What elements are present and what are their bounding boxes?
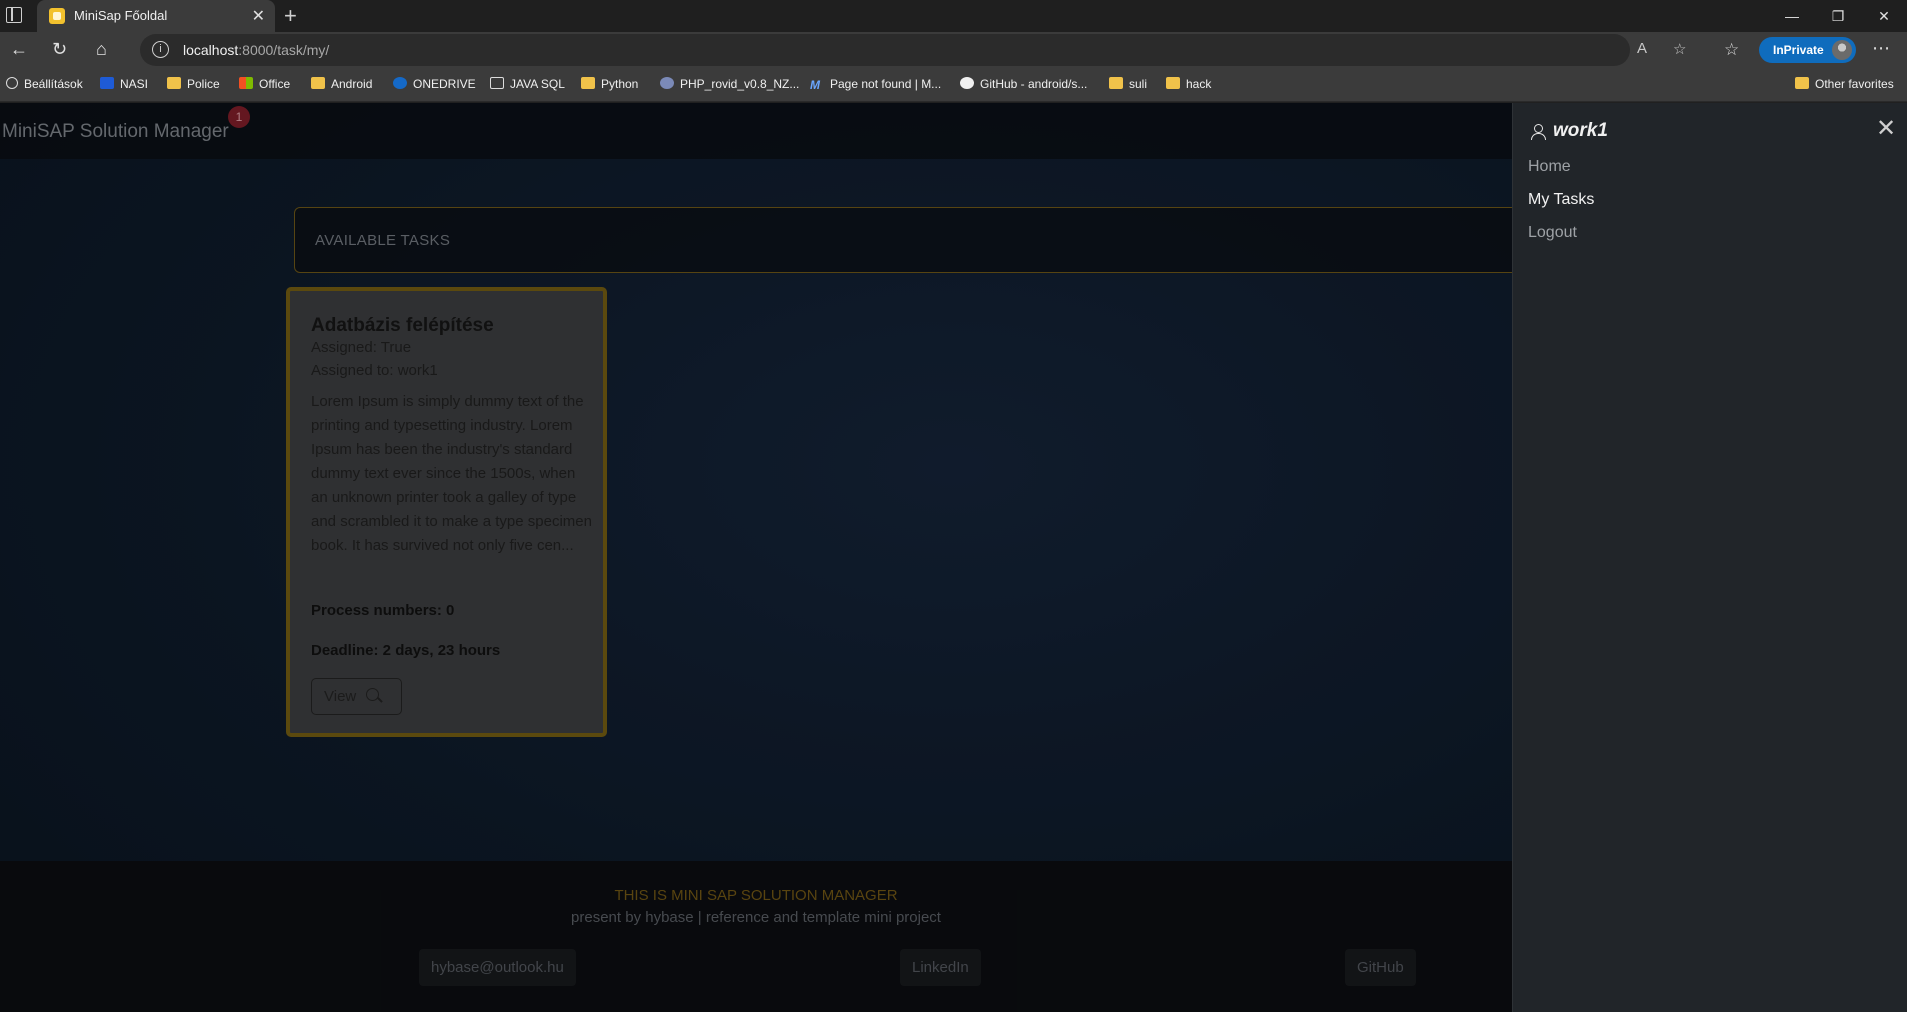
favorites-icon[interactable]: ☆ [1724, 40, 1739, 60]
bookmark-item[interactable]: GitHub - android/s... [960, 77, 1087, 91]
tab-title: MiniSap Főoldal [74, 8, 168, 23]
favicon-icon [49, 8, 65, 24]
php-icon [660, 77, 674, 89]
browser-tab[interactable]: MiniSap Főoldal ✕ [37, 0, 275, 32]
bookmark-item[interactable]: suli [1109, 77, 1147, 91]
bookmark-item[interactable]: Python [581, 77, 638, 91]
offcanvas-backdrop[interactable] [0, 103, 1512, 1012]
restore-icon[interactable]: ❐ [1815, 0, 1861, 32]
read-aloud-icon[interactable]: A [1637, 40, 1647, 57]
nav-link-logout[interactable]: Logout [1528, 224, 1577, 242]
window-controls: — ❐ ✕ [1769, 0, 1907, 32]
close-window-icon[interactable]: ✕ [1861, 0, 1907, 32]
browser-toolbar: ← ↻ ⌂ i localhost:8000/task/my/ A ☆ ☆ In… [0, 32, 1907, 68]
gear-icon [6, 77, 18, 89]
onedrive-icon [393, 77, 407, 89]
bookmark-item[interactable]: Office [239, 77, 290, 91]
nav-link-home[interactable]: Home [1528, 158, 1571, 176]
bookmark-item[interactable]: M Page not found | M... [810, 77, 941, 93]
refresh-icon[interactable]: ↻ [52, 39, 67, 60]
bookmark-item[interactable]: NASI [100, 77, 148, 91]
bookmark-item[interactable]: Android [311, 77, 372, 91]
folder-icon [167, 77, 181, 89]
office-icon [239, 77, 253, 89]
bookmarks-bar: Beállítások NASI Police Office Android O… [0, 68, 1907, 102]
bookmark-item[interactable]: hack [1166, 77, 1211, 91]
bookmark-item[interactable]: Police [167, 77, 220, 91]
site-info-icon[interactable]: i [152, 41, 169, 58]
github-icon [960, 77, 974, 89]
nav-link-my-tasks[interactable]: My Tasks [1528, 191, 1594, 209]
new-tab-icon[interactable]: + [284, 3, 297, 29]
folder-icon [1795, 77, 1809, 89]
address-bar[interactable]: i localhost:8000/task/my/ A ☆ [140, 34, 1686, 66]
offcanvas-username: work1 [1553, 120, 1608, 141]
close-tab-icon[interactable]: ✕ [252, 6, 265, 26]
inprivate-label: InPrivate [1773, 43, 1824, 57]
nasi-icon [100, 77, 114, 89]
folder-icon [1166, 77, 1180, 89]
close-icon[interactable]: ✕ [1876, 117, 1896, 141]
bookmark-item[interactable]: ONEDRIVE [393, 77, 476, 91]
more-icon[interactable]: ⋯ [1872, 38, 1890, 59]
browser-titlebar: MiniSap Főoldal ✕ + — ❐ ✕ [0, 0, 1907, 32]
tab-actions-icon[interactable] [6, 7, 22, 23]
add-favorite-icon[interactable]: ☆ [1673, 40, 1686, 58]
folder-icon [311, 77, 325, 89]
url-text: localhost:8000/task/my/ [183, 42, 330, 58]
bookmark-item[interactable]: JAVA SQL [490, 77, 565, 91]
other-favorites[interactable]: Other favorites [1795, 77, 1894, 91]
inprivate-button[interactable]: InPrivate [1759, 37, 1856, 63]
page-viewport: MiniSAP Solution Manager 1 AVAILABLE TAS… [0, 103, 1907, 1012]
folder-icon [581, 77, 595, 89]
back-icon[interactable]: ← [10, 39, 28, 60]
user-offcanvas: work1 ✕ Home My Tasks Logout [1512, 103, 1907, 1012]
bookmark-item[interactable]: PHP_rovid_v0.8_NZ... [660, 77, 799, 91]
home-icon[interactable]: ⌂ [96, 39, 107, 60]
profile-avatar [1832, 40, 1852, 60]
bookmark-item[interactable]: Beállítások [6, 77, 83, 91]
minimize-icon[interactable]: — [1769, 0, 1815, 32]
terminal-icon [490, 77, 504, 89]
folder-icon [1109, 77, 1123, 89]
m-logo-icon: M [810, 78, 820, 92]
user-icon [1530, 124, 1546, 140]
